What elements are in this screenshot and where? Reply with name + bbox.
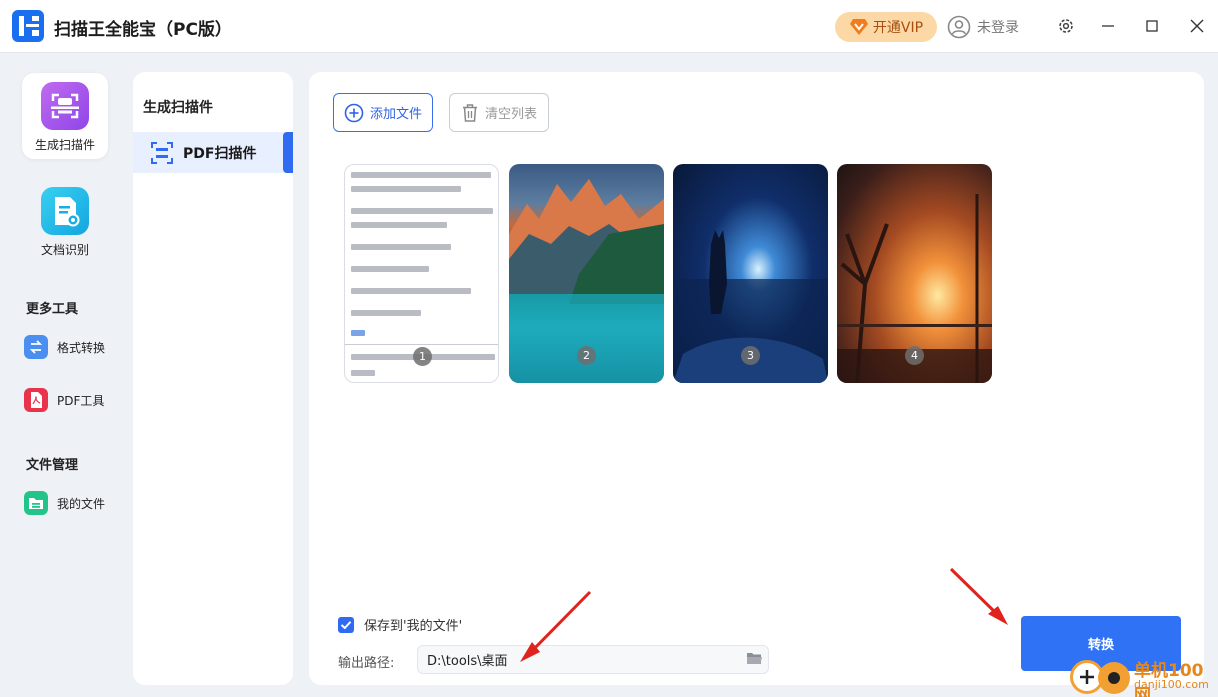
thumbnail-sunset[interactable]: 4 bbox=[837, 164, 992, 383]
sidebar: 生成扫描件 文档识别 更多工具 格式转换 PDF工具 文件管理 我的文件 bbox=[0, 58, 130, 697]
main-panel: 添加文件 清空列表 1 2 3 4 保存到'我的文件' 输出路径: D:\too… bbox=[309, 72, 1204, 685]
tool-label: 我的文件 bbox=[57, 496, 106, 511]
sub-item-label: PDF扫描件 bbox=[183, 145, 257, 162]
login-label: 未登录 bbox=[977, 20, 1019, 36]
maximize-icon[interactable] bbox=[1142, 16, 1162, 36]
output-path-label: 输出路径: bbox=[338, 656, 395, 671]
sub-item-pdf-scan[interactable]: PDF扫描件 bbox=[133, 132, 293, 173]
output-path-field[interactable]: D:\tools\桌面 bbox=[417, 645, 769, 674]
vip-label: 开通VIP bbox=[872, 20, 924, 36]
pdf-icon bbox=[24, 388, 48, 412]
title-bar: 扫描王全能宝（PC版） 开通VIP 未登录 bbox=[0, 0, 1218, 53]
sidebar-item-doc-recognition[interactable]: 文档识别 bbox=[22, 178, 108, 264]
save-to-my-files-option[interactable]: 保存到'我的文件' bbox=[338, 615, 462, 634]
minimize-icon[interactable] bbox=[1098, 16, 1118, 36]
output-path-value: D:\tools\桌面 bbox=[427, 654, 508, 669]
user-icon bbox=[947, 15, 971, 39]
tool-label: 格式转换 bbox=[57, 340, 106, 355]
more-tools-title: 更多工具 bbox=[26, 302, 79, 317]
sidebar-item-label: 生成扫描件 bbox=[34, 138, 95, 152]
diamond-icon bbox=[849, 19, 868, 35]
sidebar-item-pdf-tools[interactable]: PDF工具 bbox=[24, 387, 104, 413]
pdf-scan-icon bbox=[151, 141, 173, 164]
sub-panel: 生成扫描件 PDF扫描件 bbox=[133, 72, 293, 685]
convert-icon bbox=[24, 335, 48, 359]
sidebar-item-format-convert[interactable]: 格式转换 bbox=[24, 334, 105, 360]
watermark-url: danji100.com bbox=[1134, 678, 1209, 691]
folder-icon bbox=[24, 491, 48, 515]
document-icon bbox=[41, 187, 89, 235]
trash-icon bbox=[462, 103, 477, 122]
add-file-button[interactable]: 添加文件 bbox=[333, 93, 433, 132]
file-management-title: 文件管理 bbox=[26, 458, 79, 473]
sub-panel-title: 生成扫描件 bbox=[143, 100, 213, 116]
app-logo-icon bbox=[12, 10, 44, 42]
add-file-label: 添加文件 bbox=[369, 107, 422, 122]
sidebar-item-generate-scan[interactable]: 生成扫描件 bbox=[22, 73, 108, 159]
thumbnail-index: 1 bbox=[413, 347, 432, 366]
sidebar-item-my-files[interactable]: 我的文件 bbox=[24, 490, 105, 516]
settings-gear-icon[interactable] bbox=[1056, 16, 1076, 36]
sidebar-item-label: 文档识别 bbox=[40, 243, 89, 257]
thumbnail-night-sky[interactable]: 3 bbox=[673, 164, 828, 383]
thumbnail-index: 2 bbox=[577, 346, 596, 365]
clear-list-label: 清空列表 bbox=[484, 107, 537, 122]
plus-circle-icon bbox=[344, 103, 364, 122]
login-button[interactable]: 未登录 bbox=[947, 14, 1019, 40]
scan-icon bbox=[41, 82, 89, 130]
check-icon bbox=[340, 620, 352, 629]
thumbnail-mountain-lake[interactable]: 2 bbox=[509, 164, 664, 383]
thumbnail-index: 3 bbox=[741, 346, 760, 365]
thumbnail-document[interactable]: 1 bbox=[344, 164, 499, 383]
clear-list-button[interactable]: 清空列表 bbox=[449, 93, 549, 132]
browse-folder-icon[interactable] bbox=[746, 651, 763, 666]
save-label: 保存到'我的文件' bbox=[364, 619, 463, 634]
active-indicator bbox=[283, 132, 293, 173]
tool-label: PDF工具 bbox=[57, 393, 105, 408]
vip-button[interactable]: 开通VIP bbox=[835, 12, 937, 42]
thumbnail-index: 4 bbox=[905, 346, 924, 365]
save-checkbox[interactable] bbox=[338, 616, 354, 633]
watermark-dot-icon bbox=[1098, 662, 1130, 694]
close-icon[interactable] bbox=[1187, 16, 1207, 36]
app-title: 扫描王全能宝（PC版） bbox=[54, 20, 232, 40]
watermark: 单机100网 danji100.com bbox=[1068, 654, 1218, 697]
